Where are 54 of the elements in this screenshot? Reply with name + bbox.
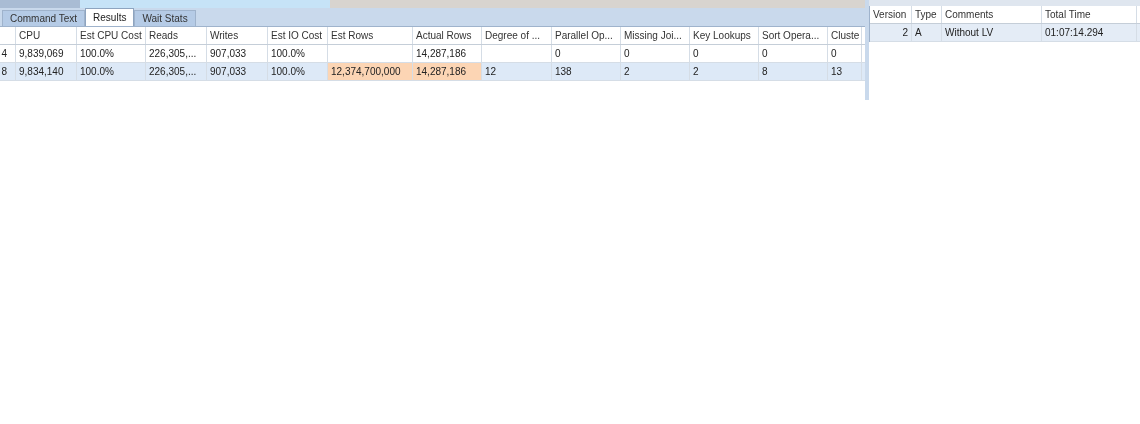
results-tab[interactable]: Wait Stats	[134, 10, 196, 26]
version-row[interactable]: 2 A Without LV 01:07:14.294	[870, 24, 1140, 42]
table-cell: 226,305,...	[146, 63, 207, 80]
column-header: Key Lookups	[690, 27, 759, 44]
table-cell: 2	[870, 24, 912, 41]
column-header: Sort Opera...	[759, 27, 828, 44]
column-header: Est CPU Cost	[77, 27, 146, 44]
row-number-cell: 8	[0, 63, 16, 80]
column-header: Cluste	[828, 27, 862, 44]
column-header: Missing Joi...	[621, 27, 690, 44]
table-cell: 0	[552, 45, 621, 62]
result-row[interactable]: 8 9,834,140 100.0% 226,305,... 907,033 100.0% 12,374,700,000 14,287,186 12 138 2 2 8 13	[0, 63, 865, 81]
column-header: Parallel Op...	[552, 27, 621, 44]
table-cell: 8	[759, 63, 828, 80]
table-cell: 907,033	[207, 45, 268, 62]
table-cell: 226,305,...	[146, 45, 207, 62]
table-cell: 0	[690, 45, 759, 62]
document-tab[interactable]	[80, 0, 330, 8]
table-cell: Without LV	[942, 24, 1042, 41]
table-cell: 12	[482, 63, 552, 80]
results-tab[interactable]: Command Text	[2, 10, 86, 26]
column-header: Degree of ...	[482, 27, 552, 44]
column-header: Total Time	[1042, 6, 1137, 23]
table-cell: 9,834,140	[16, 63, 77, 80]
table-cell: 9,839,069	[16, 45, 77, 62]
column-header: Version	[870, 6, 912, 23]
table-cell: 2	[621, 63, 690, 80]
table-cell: 907,033	[207, 63, 268, 80]
table-cell: 2	[690, 63, 759, 80]
column-header: CPU	[16, 27, 77, 44]
table-cell: 138	[552, 63, 621, 80]
row-number-cell: 4	[0, 45, 16, 62]
column-header: Type	[912, 6, 942, 23]
column-header: Writes	[207, 27, 268, 44]
document-tab[interactable]	[330, 0, 865, 8]
result-row[interactable]: 4 9,839,069 100.0% 226,305,... 907,033 100.0% 14,287,186 0 0 0 0 0	[0, 45, 865, 63]
table-cell: 13	[828, 63, 862, 80]
column-header: Est IO Cost	[268, 27, 328, 44]
results-tab[interactable]: Results	[85, 8, 135, 26]
column-header: Actual Rows	[413, 27, 482, 44]
table-cell: 12,374,700,000	[328, 63, 413, 80]
column-header: Reads	[146, 27, 207, 44]
column-header: Comments	[942, 6, 1042, 23]
table-cell: 100.0%	[268, 45, 328, 62]
column-header: Est Rows	[328, 27, 413, 44]
table-cell: A	[912, 24, 942, 41]
table-cell: 01:07:14.294	[1042, 24, 1137, 41]
table-cell: 0	[759, 45, 828, 62]
table-cell: 0	[621, 45, 690, 62]
table-cell: 100.0%	[77, 45, 146, 62]
table-cell: 14,287,186	[413, 63, 482, 80]
table-cell: 100.0%	[77, 63, 146, 80]
table-cell: 14,287,186	[413, 45, 482, 62]
table-cell: 0	[828, 45, 862, 62]
